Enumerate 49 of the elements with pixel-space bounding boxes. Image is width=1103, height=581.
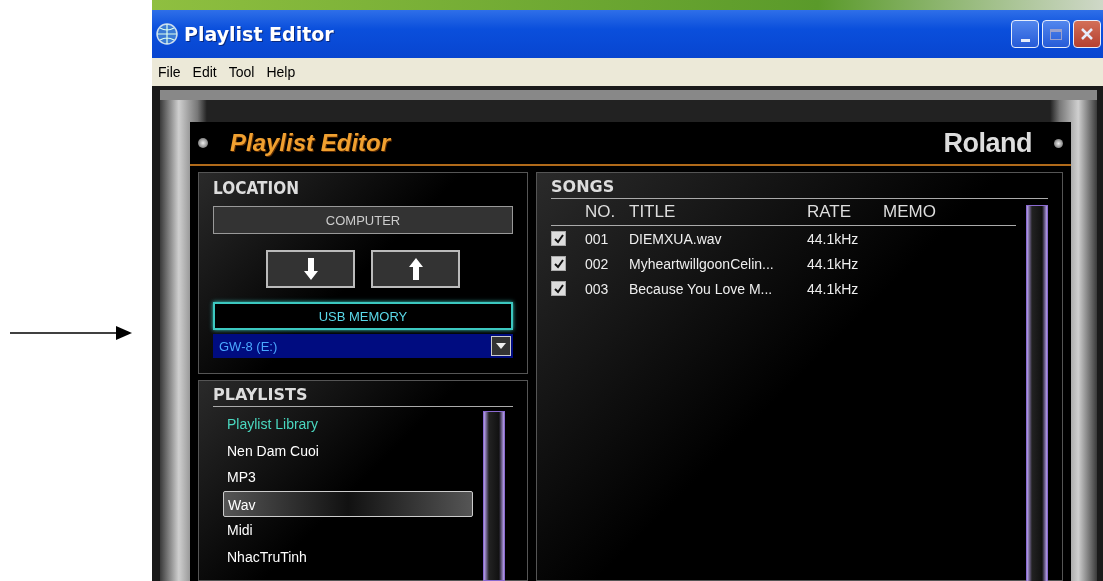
app-title: Playlist Editor [230, 129, 391, 157]
menu-item[interactable]: Help [266, 64, 296, 80]
table-cell-text: 44.1kHz [807, 230, 860, 247]
table-cell-text: Because You Love M... [629, 280, 774, 297]
window-title: Playlist Editor [184, 23, 334, 45]
playlist-item[interactable]: MP3 [223, 464, 473, 491]
table-cell-text: DIEMXUA.wav [629, 230, 723, 247]
menu-item[interactable]: Tool [228, 64, 255, 80]
knob-icon [1054, 138, 1063, 148]
table-cell-text: 44.1kHz [807, 255, 860, 272]
playlist-item[interactable]: Nen Dam Cuoi [223, 437, 473, 464]
column-header: RATE [807, 202, 853, 222]
maximize-button[interactable] [1042, 20, 1070, 48]
table-cell-text: 001 [585, 230, 610, 247]
column-header: TITLE [629, 202, 677, 222]
knob-icon [198, 138, 208, 148]
table-cell-text: MyheartwillgoonCelin... [629, 255, 775, 272]
table-cell-text: 002 [585, 255, 610, 272]
panel-title: SONGS [551, 177, 1048, 199]
column-header: MEMO [883, 202, 937, 222]
table-cell-text: 003 [585, 280, 610, 297]
computer-button[interactable]: COMPUTER [213, 206, 513, 234]
globe-icon [156, 23, 178, 45]
menu-item[interactable]: Edit [192, 64, 217, 80]
drive-dropdown[interactable]: GW-8 (E:) [213, 334, 513, 358]
up-arrow-icon [408, 258, 423, 280]
brand-logo: Roland [943, 127, 1032, 159]
playlist-item[interactable]: Midi [223, 517, 473, 544]
caret-icon [491, 336, 511, 356]
scrollbar[interactable] [483, 411, 505, 581]
scrollbar[interactable] [1026, 205, 1048, 581]
download-button[interactable] [266, 250, 355, 288]
down-arrow-icon [303, 258, 318, 280]
playlist-item[interactable]: Wav [223, 490, 473, 517]
usb-memory-button[interactable]: USB MEMORY [213, 302, 513, 330]
checkbox[interactable] [551, 256, 566, 271]
minimize-button[interactable] [1011, 20, 1039, 48]
playlist-item[interactable]: NhacTruTinh [223, 543, 473, 570]
menu-item[interactable]: File [158, 64, 181, 80]
table-cell-text: 44.1kHz [807, 280, 860, 297]
playlist-item[interactable]: Playlist Library [223, 411, 473, 438]
close-button[interactable] [1073, 20, 1101, 48]
close-icon [1080, 27, 1094, 41]
upload-button[interactable] [371, 250, 460, 288]
column-header: NO. [585, 202, 617, 222]
panel-title: LOCATION [213, 177, 301, 200]
checkbox[interactable] [551, 231, 566, 246]
checkbox[interactable] [551, 281, 566, 296]
panel-title: PLAYLISTS [213, 385, 513, 407]
